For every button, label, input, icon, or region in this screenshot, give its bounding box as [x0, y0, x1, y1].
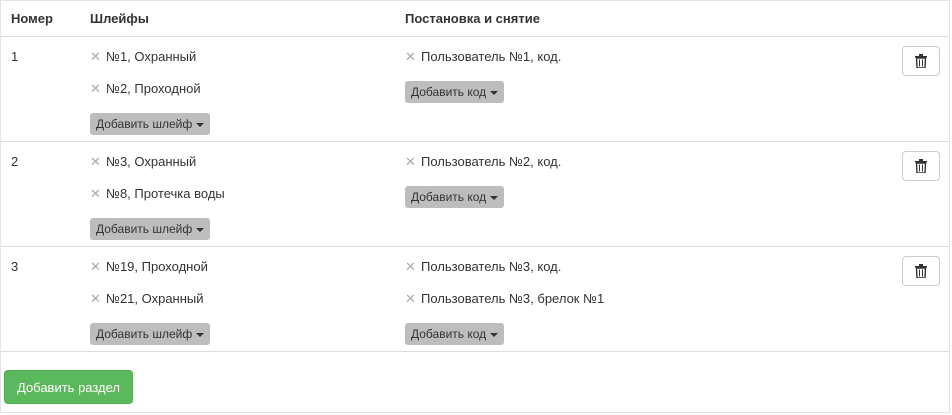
close-icon[interactable]: ✕: [405, 154, 417, 170]
arming-cell: ✕ Пользователь №2, код. Добавить код: [405, 154, 561, 208]
add-code-button[interactable]: Добавить код: [405, 81, 505, 103]
add-code-button[interactable]: Добавить код: [405, 186, 505, 208]
code-item: ✕ Пользователь №3, брелок №1: [405, 291, 604, 323]
caret-down-icon: [490, 332, 499, 337]
loop-label: №2, Проходной: [106, 81, 201, 96]
table-row: 2 ✕ №3, Охранный ✕ №8, Протечка воды Добав…: [1, 142, 949, 247]
loop-label: №1, Охранный: [106, 49, 197, 64]
add-loop-button[interactable]: Добавить шлейф: [90, 218, 211, 240]
header-arming: Постановка и снятие: [405, 11, 540, 26]
header-loops: Шлейфы: [90, 11, 149, 26]
close-icon[interactable]: ✕: [90, 186, 102, 202]
trash-icon: [915, 54, 927, 68]
add-code-label: Добавить код: [411, 85, 487, 99]
add-loop-button[interactable]: Добавить шлейф: [90, 113, 211, 135]
header-number: Номер: [11, 11, 53, 26]
add-code-button[interactable]: Добавить код: [405, 323, 505, 345]
caret-down-icon: [490, 90, 499, 95]
code-item: ✕ Пользователь №1, код.: [405, 49, 561, 81]
arming-cell: ✕ Пользователь №3, код. ✕ Пользователь №3,…: [405, 259, 604, 345]
table-row: 3 ✕ №19, Проходной ✕ №21, Охранный Добавит…: [1, 247, 949, 352]
delete-section-button[interactable]: [902, 151, 940, 181]
loop-item: ✕ №3, Охранный: [90, 154, 225, 186]
caret-down-icon: [490, 195, 499, 200]
caret-down-icon: [196, 332, 205, 337]
loop-item: ✕ №1, Охранный: [90, 49, 210, 81]
close-icon[interactable]: ✕: [90, 259, 102, 275]
loop-label: №3, Охранный: [106, 154, 197, 169]
add-code-label: Добавить код: [411, 190, 487, 204]
code-label: Пользователь №3, код.: [421, 259, 562, 274]
arming-cell: ✕ Пользователь №1, код. Добавить код: [405, 49, 561, 103]
close-icon[interactable]: ✕: [90, 81, 102, 97]
table-row: 1 ✕ №1, Охранный ✕ №2, Проходной Добавить …: [1, 37, 949, 142]
caret-down-icon: [196, 227, 205, 232]
loop-item: ✕ №21, Охранный: [90, 291, 210, 323]
add-loop-label: Добавить шлейф: [96, 327, 193, 341]
add-loop-label: Добавить шлейф: [96, 222, 193, 236]
loop-label: №8, Протечка воды: [106, 186, 225, 201]
code-label: Пользователь №2, код.: [421, 154, 562, 169]
close-icon[interactable]: ✕: [90, 291, 102, 307]
loop-item: ✕ №2, Проходной: [90, 81, 210, 113]
loop-item: ✕ №19, Проходной: [90, 259, 210, 291]
loop-label: №21, Охранный: [106, 291, 204, 306]
close-icon[interactable]: ✕: [405, 291, 417, 307]
delete-section-button[interactable]: [902, 46, 940, 76]
section-number: 2: [11, 154, 19, 169]
sections-panel: Номер Шлейфы Постановка и снятие 1 ✕ №1, …: [0, 0, 950, 413]
close-icon[interactable]: ✕: [405, 49, 417, 65]
caret-down-icon: [196, 122, 205, 127]
table-header: Номер Шлейфы Постановка и снятие: [1, 1, 949, 37]
add-code-label: Добавить код: [411, 327, 487, 341]
add-loop-button[interactable]: Добавить шлейф: [90, 323, 211, 345]
loop-item: ✕ №8, Протечка воды: [90, 186, 225, 218]
loops-cell: ✕ №1, Охранный ✕ №2, Проходной Добавить шл…: [90, 49, 211, 135]
trash-icon: [915, 159, 927, 173]
add-section-button[interactable]: Добавить раздел: [4, 370, 134, 404]
code-label: Пользователь №1, код.: [421, 49, 562, 64]
code-item: ✕ Пользователь №3, код.: [405, 259, 604, 291]
loops-cell: ✕ №19, Проходной ✕ №21, Охранный Добавить …: [90, 259, 211, 345]
code-label: Пользователь №3, брелок №1: [421, 291, 605, 306]
section-number: 1: [11, 49, 19, 64]
close-icon[interactable]: ✕: [405, 259, 417, 275]
loops-cell: ✕ №3, Охранный ✕ №8, Протечка воды Добавит…: [90, 154, 225, 240]
close-icon[interactable]: ✕: [90, 154, 102, 170]
close-icon[interactable]: ✕: [90, 49, 102, 65]
add-loop-label: Добавить шлейф: [96, 117, 193, 131]
section-number: 3: [11, 259, 19, 274]
code-item: ✕ Пользователь №2, код.: [405, 154, 561, 186]
loop-label: №19, Проходной: [106, 259, 208, 274]
delete-section-button[interactable]: [902, 256, 940, 286]
trash-icon: [915, 264, 927, 278]
